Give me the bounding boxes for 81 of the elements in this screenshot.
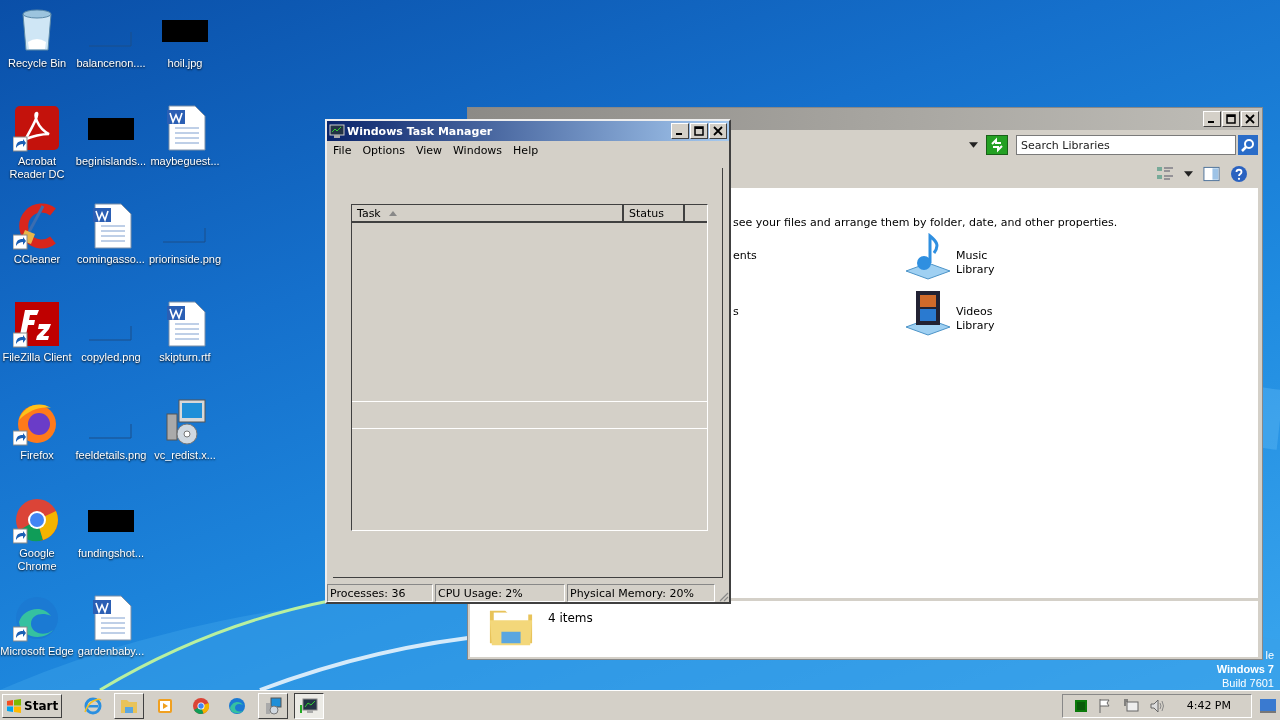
desktop-version-text: Build 7601 <box>1222 676 1274 690</box>
library-name[interactable]: Videos Library <box>956 305 995 333</box>
status-text: CPU Usage: 2% <box>435 584 565 602</box>
icon-label: vc_redist.x... <box>154 449 216 462</box>
pdf-app-icon[interactable] <box>13 104 61 152</box>
icon-label: balancenon.... <box>76 57 146 70</box>
item-count: 4 items <box>548 611 593 625</box>
browser-e-icon <box>83 695 104 716</box>
film-strip-icon[interactable] <box>904 289 952 337</box>
icon-label: maybeguest... <box>150 155 220 168</box>
ftp-app-icon[interactable] <box>13 300 61 348</box>
minimize-icon <box>1208 121 1214 123</box>
preview-pane-icon[interactable] <box>1203 166 1220 182</box>
library-name[interactable]: s <box>733 305 739 319</box>
window-title: Windows Task Manager <box>347 124 494 138</box>
maximize-icon <box>694 126 704 136</box>
refresh-icon <box>989 137 1005 153</box>
icon-label: fundingshot... <box>77 547 145 560</box>
icon-label: hoil.jpg <box>167 57 203 70</box>
menu-item[interactable]: Windows <box>453 144 503 157</box>
icon-label: skipturn.rtf <box>159 351 211 364</box>
close-button[interactable] <box>709 123 727 139</box>
installer-icon <box>263 695 284 716</box>
status-text: Physical Memory: 20% <box>567 584 715 602</box>
caret-icon[interactable] <box>969 142 978 148</box>
maximize-button[interactable] <box>690 123 708 139</box>
icon-label: CCleaner <box>13 253 61 266</box>
status-text: Processes: 36 <box>327 584 433 602</box>
wave-browser-icon[interactable] <box>13 594 61 642</box>
close-button[interactable] <box>1241 111 1259 127</box>
minimize-button[interactable] <box>671 123 689 139</box>
search-field[interactable]: Search Libraries <box>1016 135 1236 155</box>
menu-item[interactable]: View <box>415 144 442 157</box>
show-desktop-icon[interactable] <box>1260 698 1276 713</box>
icon-label: Microsoft Edge <box>0 645 74 658</box>
minimize-button[interactable] <box>1203 111 1221 127</box>
status-square-icon[interactable] <box>1074 699 1087 712</box>
start-button[interactable]: Start <box>2 693 63 718</box>
close-icon <box>1245 114 1255 124</box>
icon-label: FileZilla Client <box>2 351 72 364</box>
monitor-icon <box>329 123 345 139</box>
monitor-icon <box>299 695 320 716</box>
description-text: see your files and arrange them by folder, date, and other properties. <box>733 216 1119 229</box>
menu-item[interactable]: Options <box>362 144 405 157</box>
taskbar-button[interactable] <box>294 692 325 719</box>
refresh-button[interactable] <box>986 135 1008 155</box>
library-name[interactable]: Music Library <box>956 249 995 277</box>
icon-label: priorinside.png <box>148 253 222 266</box>
help-icon[interactable] <box>1230 165 1248 183</box>
music-note-icon[interactable] <box>904 233 952 281</box>
minimize-icon <box>676 133 682 135</box>
caret-icon[interactable] <box>1184 171 1193 177</box>
wave-browser-icon <box>227 695 248 716</box>
desktop-version-text: Windows 7 <box>1216 662 1274 676</box>
speaker-icon[interactable] <box>1148 697 1165 714</box>
icon-label: Acrobat Reader DC <box>8 155 66 181</box>
icon-label: beginislands... <box>75 155 147 168</box>
network-icon[interactable] <box>1122 697 1139 714</box>
icon-label: copyled.png <box>81 351 141 364</box>
clock[interactable]: 4:42 PM <box>1186 699 1231 712</box>
browser-icon <box>191 695 212 716</box>
flag-icon[interactable] <box>1096 697 1113 714</box>
desktop-version-text: le <box>1265 648 1274 662</box>
icon-label: comingasso... <box>77 253 145 266</box>
maximize-icon <box>1226 114 1236 124</box>
search-icon <box>1240 137 1256 153</box>
library-name[interactable]: ents <box>733 249 757 263</box>
icon-label: Firefox <box>20 449 54 462</box>
resize-grip-icon[interactable] <box>717 590 729 602</box>
close-icon <box>713 126 723 136</box>
icon-label: gardenbaby... <box>77 645 145 658</box>
browser-icon[interactable] <box>13 496 61 544</box>
menu-item[interactable]: Help <box>513 144 539 157</box>
search-button[interactable] <box>1238 135 1258 155</box>
maximize-button[interactable] <box>1222 111 1240 127</box>
start-logo-icon <box>6 697 22 714</box>
sort-arrow-icon <box>388 210 397 216</box>
icon-label: Google Chrome <box>16 547 58 573</box>
icon-label: feeldetails.png <box>75 449 147 462</box>
icon-label: Recycle Bin <box>7 57 67 70</box>
menu-item[interactable]: File <box>333 144 352 157</box>
